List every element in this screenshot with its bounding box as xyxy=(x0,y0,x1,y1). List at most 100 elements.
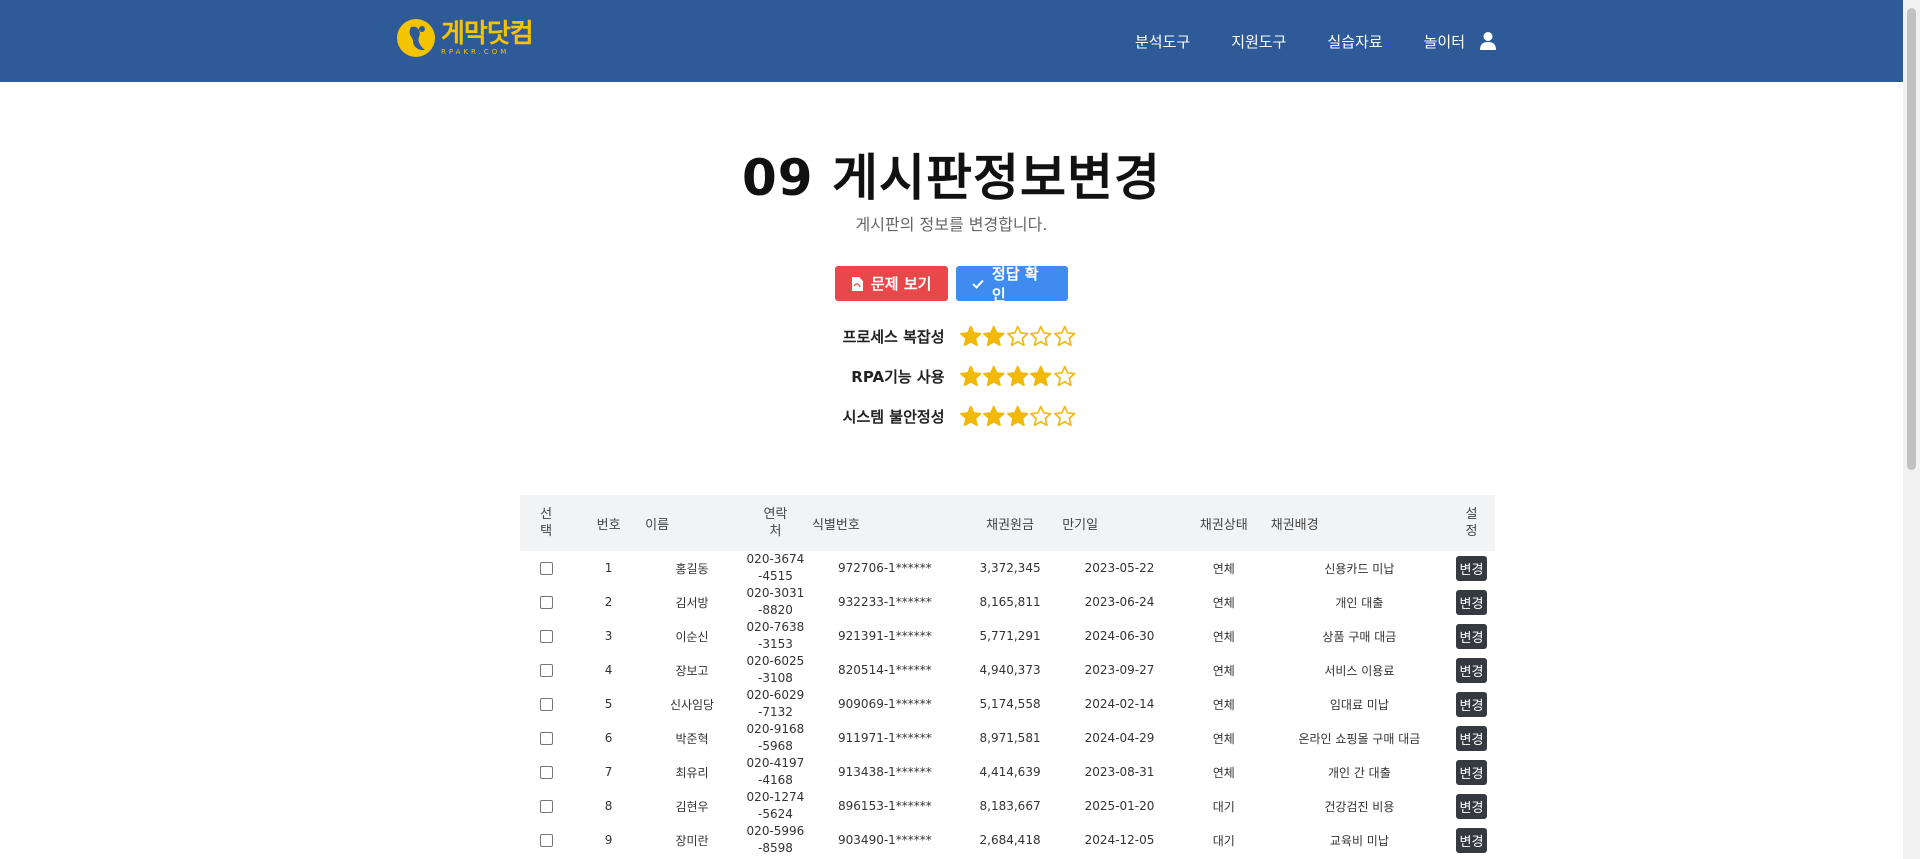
cell-amount: 4,414,639 xyxy=(979,765,1041,779)
cell-bg: 교육비 미납 xyxy=(1329,833,1389,848)
row-edit-cell: 변경 xyxy=(1448,687,1495,721)
header-amount: 채권원금 xyxy=(986,517,1034,533)
row-checkbox-cell xyxy=(520,585,572,619)
edit-button[interactable]: 변경 xyxy=(1455,657,1488,683)
cell-due: 2023-06-24 xyxy=(1084,595,1155,609)
phone-text: 020-7638-3153 xyxy=(746,620,805,651)
row-checkbox-cell xyxy=(520,551,572,585)
cell-amount: 5,174,558 xyxy=(979,697,1041,711)
user-icon[interactable] xyxy=(1479,31,1497,51)
table-row: 1 홍길동 020-3674-4515 972706-1****** 3,372,345… xyxy=(520,551,1495,585)
logo-subtext: RPAKR.COM xyxy=(441,47,510,56)
cell-id: 820514-1****** xyxy=(838,663,932,677)
cell-amount: 8,165,811 xyxy=(979,595,1041,609)
edit-button[interactable]: 변경 xyxy=(1455,555,1488,581)
nav-item-practice[interactable]: 실습자료 xyxy=(1327,31,1382,52)
row-checkbox[interactable] xyxy=(539,834,553,847)
phone-text: 020-4197-4168 xyxy=(746,756,805,787)
row-checkbox[interactable] xyxy=(539,766,553,779)
nav-item-analysis[interactable]: 분석도구 xyxy=(1135,31,1190,52)
debt-table-container: 선택 번호 이름 연락처 식별번호 채권원금 만기일 채권상태 채권배경 설정 … xyxy=(520,495,1495,857)
cell-bg: 개인 간 대출 xyxy=(1327,765,1391,780)
main-nav: 분석도구 지원도구 실습자료 놀이터 xyxy=(1094,0,1497,82)
row-checkbox[interactable] xyxy=(539,630,553,643)
logo-text: 게막닷컴 xyxy=(441,18,534,49)
star-filled-icon xyxy=(959,405,981,427)
row-checkbox[interactable] xyxy=(539,596,553,609)
page-subtitle: 게시판의 정보를 변경합니다. xyxy=(855,215,1048,234)
cell-due: 2024-12-05 xyxy=(1084,833,1155,847)
cell-phone: 020-9168-5968 xyxy=(739,721,812,755)
star-empty-icon xyxy=(1006,325,1028,347)
edit-button[interactable]: 변경 xyxy=(1455,623,1488,649)
table-row: 2 김서방 020-3031-8820 932233-1****** 8,165,811… xyxy=(520,585,1495,619)
cell-phone: 020-7638-3153 xyxy=(739,619,812,653)
cell-amount: 4,940,373 xyxy=(979,663,1041,677)
cell-id: 932233-1****** xyxy=(838,595,932,609)
header-name: 이름 xyxy=(645,517,670,533)
edit-button[interactable]: 변경 xyxy=(1455,759,1488,785)
check-answer-button[interactable]: 정답 확인 xyxy=(956,265,1068,304)
cell-bg: 건강검진 비용 xyxy=(1324,799,1395,814)
cell-amount: 2,684,418 xyxy=(979,833,1041,847)
cell-due: 2023-09-27 xyxy=(1084,663,1155,677)
table-header-row: 선택 번호 이름 연락처 식별번호 채권원금 만기일 채권상태 채권배경 설정 xyxy=(520,495,1495,551)
cell-phone: 020-3674-4515 xyxy=(739,551,812,585)
cell-state: 대기 xyxy=(1212,799,1235,814)
phone-text: 020-5996-8598 xyxy=(746,824,805,855)
cell-phone: 020-1274-5624 xyxy=(739,789,812,823)
cell-amount: 5,771,291 xyxy=(979,629,1041,643)
cell-no: 7 xyxy=(604,765,613,779)
edit-button[interactable]: 변경 xyxy=(1455,589,1488,615)
cell-phone: 020-3031-8820 xyxy=(739,585,812,619)
row-checkbox-cell xyxy=(520,823,572,857)
star-filled-icon xyxy=(1006,365,1028,387)
cell-amount: 3,372,345 xyxy=(979,561,1041,575)
cell-id: 911971-1****** xyxy=(838,731,932,745)
row-checkbox[interactable] xyxy=(539,732,553,745)
cell-bg: 상품 구매 대금 xyxy=(1322,629,1397,644)
vertical-scrollbar[interactable] xyxy=(1903,0,1920,859)
cell-bg: 신용카드 미납 xyxy=(1324,561,1395,576)
cell-id: 921391-1****** xyxy=(838,629,932,643)
row-edit-cell: 변경 xyxy=(1448,755,1495,789)
star-filled-icon xyxy=(959,325,981,347)
star-rating xyxy=(959,405,1159,427)
cell-amount: 8,183,667 xyxy=(979,799,1041,813)
site-logo[interactable]: 게막닷컴 RPAKR.COM xyxy=(395,18,534,58)
row-checkbox[interactable] xyxy=(539,562,553,575)
nav-item-support[interactable]: 지원도구 xyxy=(1231,31,1286,52)
table-row: 7 최유리 020-4197-4168 913438-1****** 4,414,639… xyxy=(520,755,1495,789)
edit-button[interactable]: 변경 xyxy=(1455,793,1488,819)
phone-text: 020-3031-8820 xyxy=(746,586,805,617)
rating-label: 프로세스 복잡성 xyxy=(842,327,945,346)
cell-id: 913438-1****** xyxy=(838,765,932,779)
row-checkbox[interactable] xyxy=(539,800,553,813)
scrollbar-thumb[interactable] xyxy=(1907,8,1916,470)
edit-button[interactable]: 변경 xyxy=(1455,725,1488,751)
row-checkbox-cell xyxy=(520,789,572,823)
view-problem-button[interactable]: 문제 보기 xyxy=(835,266,948,301)
header-select: 선택 xyxy=(540,507,553,539)
row-checkbox-cell xyxy=(520,653,572,687)
row-edit-cell: 변경 xyxy=(1448,721,1495,755)
cell-name: 홍길동 xyxy=(675,561,709,576)
edit-button[interactable]: 변경 xyxy=(1455,827,1488,853)
rating-rpa-feature: RPA기능 사용 xyxy=(0,365,1903,387)
cell-no: 3 xyxy=(604,629,613,643)
phone-text: 020-9168-5968 xyxy=(746,722,805,753)
cell-name: 장보고 xyxy=(675,663,709,678)
table-row: 3 이순신 020-7638-3153 921391-1****** 5,771,291… xyxy=(520,619,1495,653)
header-id: 식별번호 xyxy=(811,517,860,533)
cell-phone: 020-6025-3108 xyxy=(739,653,812,687)
rating-label: RPA기능 사용 xyxy=(851,367,945,386)
star-empty-icon xyxy=(1053,325,1075,347)
nav-item-playground[interactable]: 놀이터 xyxy=(1424,31,1465,52)
row-checkbox-cell xyxy=(520,721,572,755)
debt-table: 선택 번호 이름 연락처 식별번호 채권원금 만기일 채권상태 채권배경 설정 … xyxy=(520,495,1495,857)
row-checkbox[interactable] xyxy=(539,698,553,711)
check-answer-label: 정답 확인 xyxy=(991,264,1039,304)
row-checkbox[interactable] xyxy=(539,664,553,677)
edit-button[interactable]: 변경 xyxy=(1455,691,1488,717)
rating-system-instability: 시스템 불안정성 xyxy=(0,405,1903,427)
